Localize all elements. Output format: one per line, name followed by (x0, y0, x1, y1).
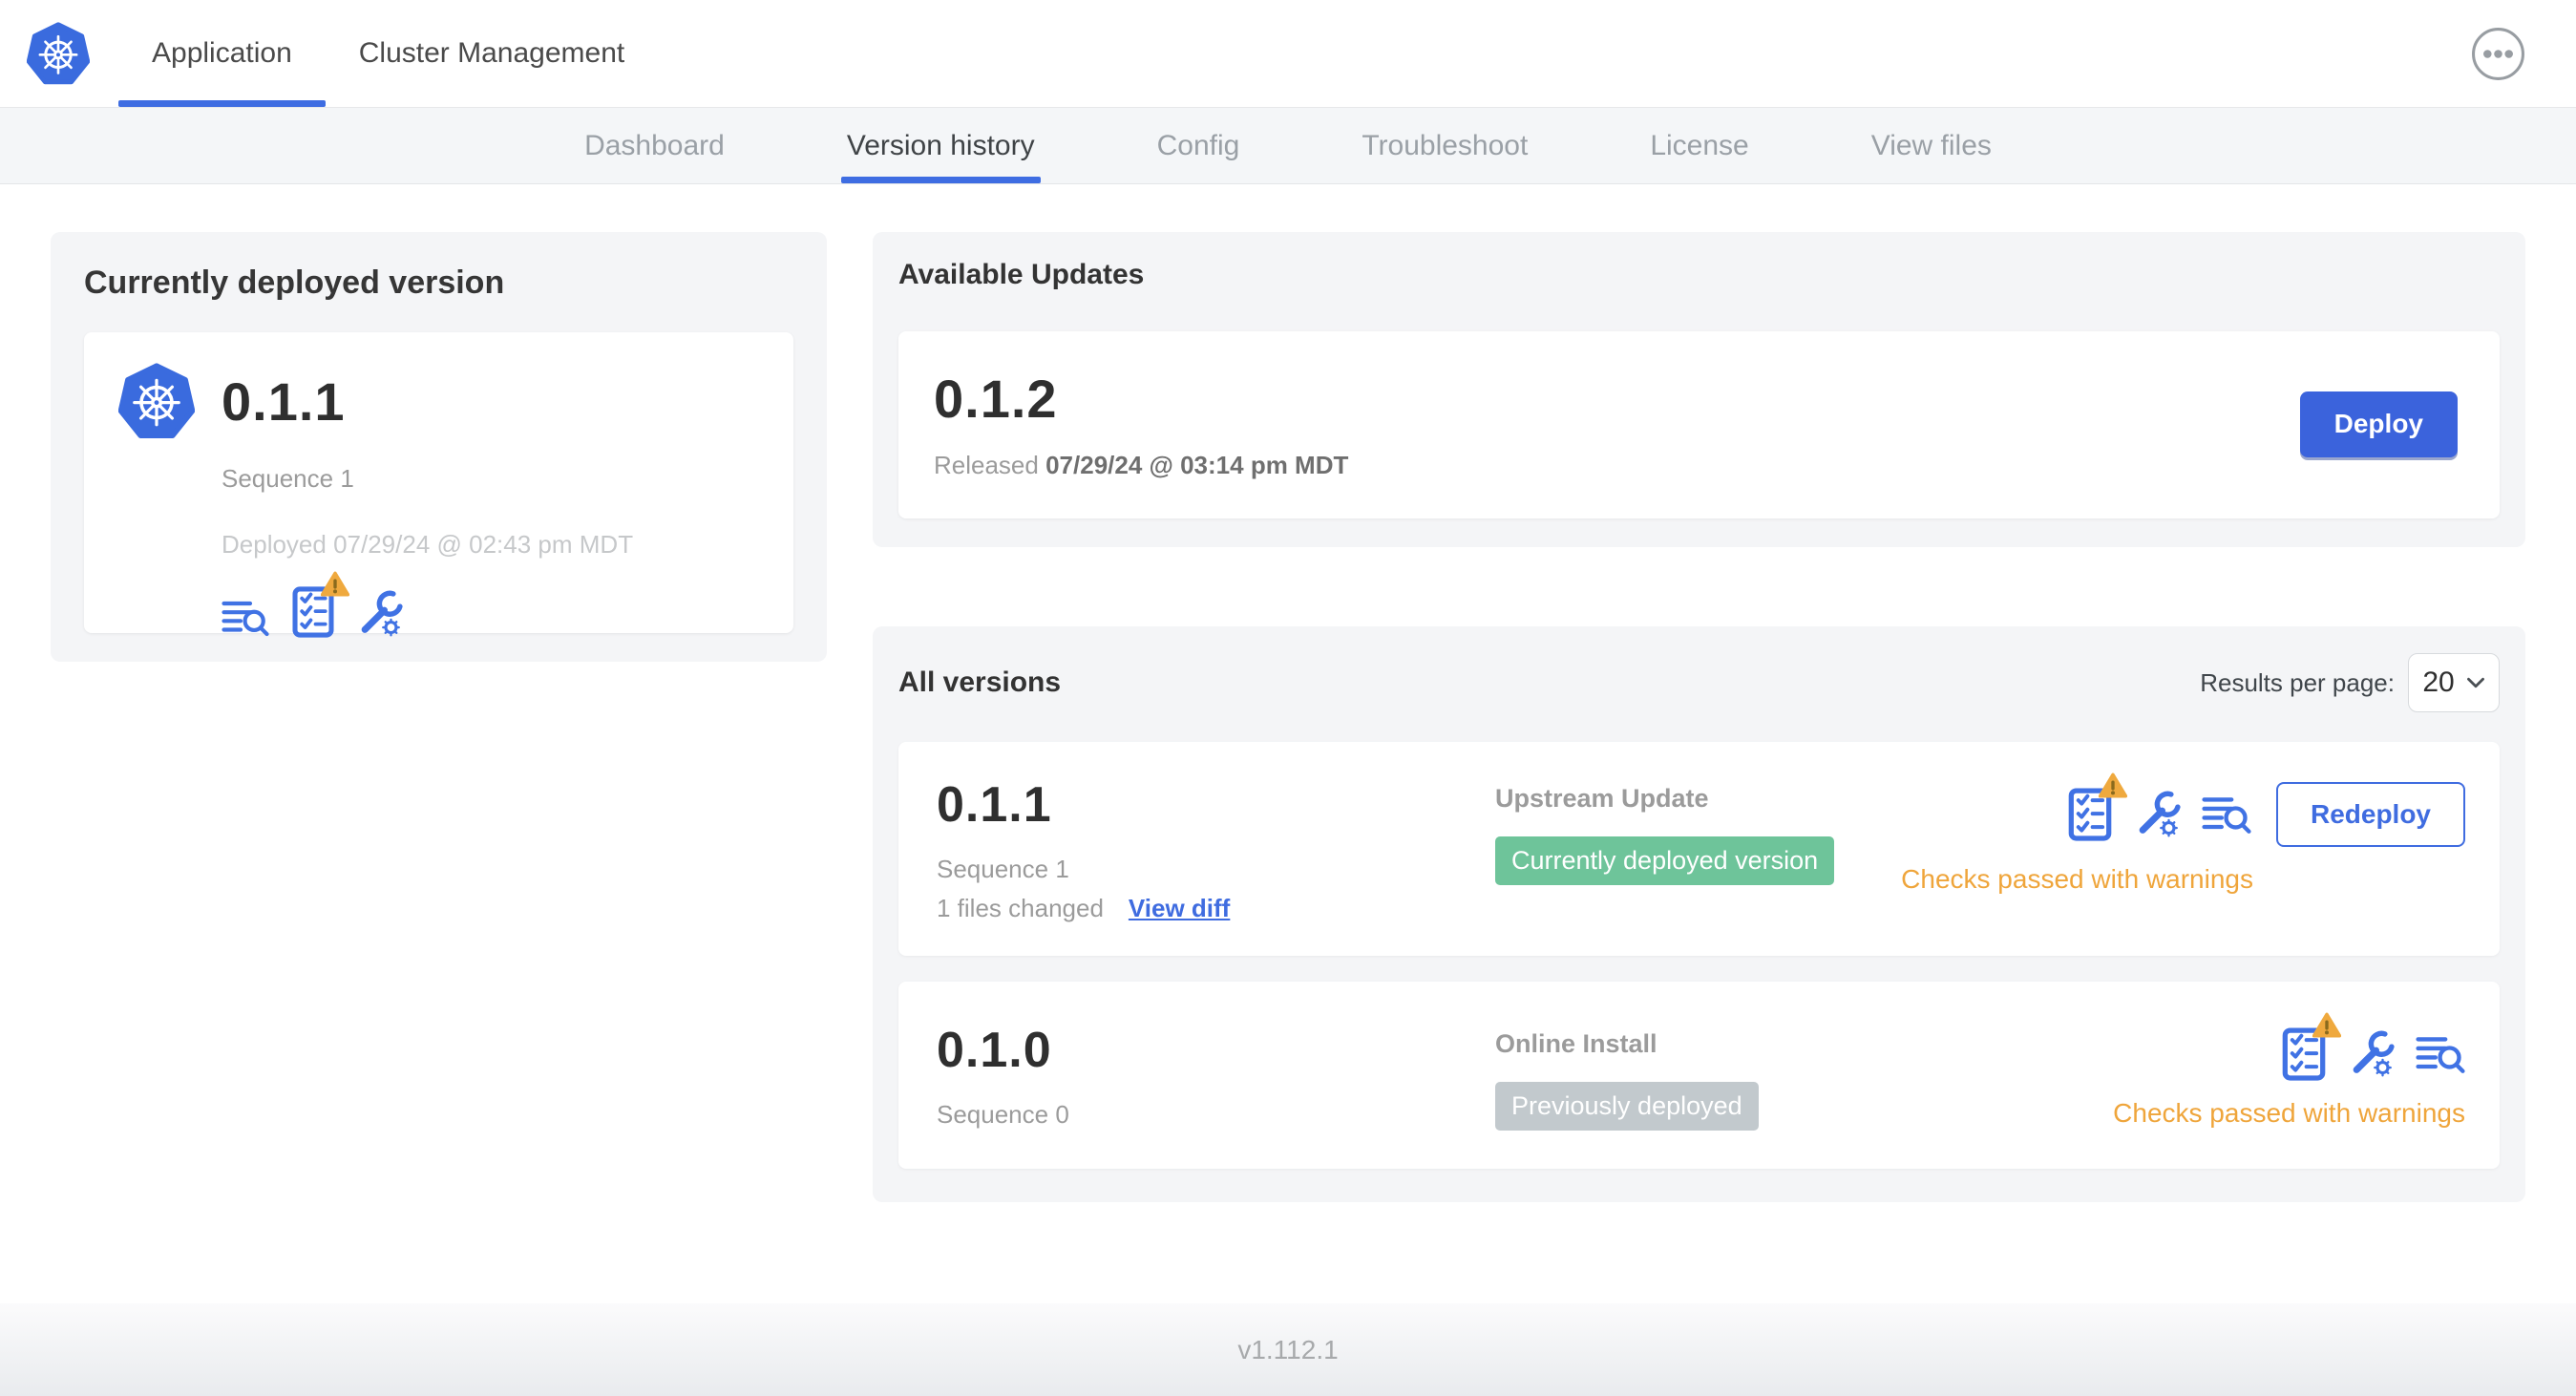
warning-triangle-icon (2098, 772, 2128, 798)
main-content: Currently deployed version 0.1.1 Sequenc… (0, 184, 2576, 1202)
tab-troubleshoot-label: Troubleshoot (1362, 129, 1529, 161)
tab-license[interactable]: License (1650, 108, 1748, 183)
results-per-page: Results per page: 20 (2200, 653, 2500, 712)
tab-dashboard-label: Dashboard (584, 129, 725, 161)
checks-status: Checks passed with warnings (1901, 864, 2253, 894)
tab-version-history-label: Version history (846, 129, 1035, 161)
view-logs-icon[interactable] (2202, 793, 2251, 835)
checks-status: Checks passed with warnings (2113, 1098, 2465, 1128)
row-version-number: 0.1.1 (937, 777, 1052, 833)
preflight-checks-icon[interactable] (292, 571, 350, 638)
tab-dashboard[interactable]: Dashboard (584, 108, 725, 183)
available-updates-title: Available Updates (898, 259, 1145, 290)
update-released-line: Released 07/29/24 @ 03:14 pm MDT (934, 451, 1348, 480)
view-logs-icon[interactable] (222, 598, 269, 638)
primary-nav: Application Cluster Management (118, 0, 658, 107)
currently-deployed-inner-card: 0.1.1 Sequence 1 Deployed 07/29/24 @ 02:… (84, 332, 793, 633)
warning-triangle-icon (320, 571, 350, 597)
results-per-page-label: Results per page: (2200, 667, 2395, 697)
warning-triangle-icon (2312, 1012, 2342, 1038)
deploy-button[interactable]: Deploy (2299, 391, 2458, 457)
tab-application-label: Application (152, 37, 292, 69)
deployed-sequence: Sequence 1 (222, 464, 354, 493)
deployed-timestamp: Deployed 07/29/24 @ 02:43 pm MDT (222, 530, 634, 559)
app-subnav: Dashboard Version history Config Trouble… (0, 108, 2576, 184)
tab-license-label: License (1650, 129, 1749, 161)
deployed-status-badge: Currently deployed version (1495, 836, 1835, 885)
tab-cluster-management-label: Cluster Management (358, 37, 625, 69)
tab-version-history[interactable]: Version history (840, 108, 1041, 183)
files-changed: 1 files changed (937, 894, 1104, 922)
chevron-down-icon (2466, 677, 2484, 688)
available-updates-card: Available Updates 0.1.2 Released 07/29/2… (873, 232, 2525, 547)
left-column: Currently deployed version 0.1.1 Sequenc… (51, 232, 827, 662)
tab-view-files-label: View files (1870, 129, 1992, 161)
deployed-status-badge: Previously deployed (1495, 1082, 1759, 1131)
app-icon (118, 363, 195, 439)
page-footer: v1.112.1 (0, 1303, 2576, 1396)
row-version-number: 0.1.0 (937, 1023, 1052, 1078)
view-logs-icon[interactable] (2416, 1033, 2465, 1075)
tab-application[interactable]: Application (118, 0, 326, 107)
view-diff-link[interactable]: View diff (1129, 894, 1230, 923)
page: Application Cluster Management Dashboard… (0, 0, 2576, 1396)
results-per-page-select[interactable]: 20 (2408, 653, 2500, 712)
version-row-0-1-1: 0.1.1 Sequence 1 1 files changed View di… (898, 742, 2500, 956)
tab-view-files[interactable]: View files (1871, 108, 1992, 183)
released-timestamp: 07/29/24 @ 03:14 pm MDT (1045, 451, 1349, 479)
row-source: Upstream Update (1495, 784, 1709, 813)
all-versions-card: All versions Results per page: 20 0.1.1 … (873, 626, 2525, 1202)
all-versions-title: All versions (898, 666, 1062, 698)
row-sequence: Sequence 0 (937, 1100, 1069, 1129)
admin-console-version: v1.112.1 (1237, 1334, 1339, 1364)
version-row-0-1-0: 0.1.0 Sequence 0 Online Install Previous… (898, 982, 2500, 1169)
update-row: 0.1.2 Released 07/29/24 @ 03:14 pm MDT D… (898, 331, 2500, 518)
kubernetes-logo-icon (27, 22, 90, 85)
tab-config[interactable]: Config (1157, 108, 1240, 183)
tab-cluster-management[interactable]: Cluster Management (326, 0, 658, 107)
app-header: Application Cluster Management (0, 0, 2576, 108)
results-per-page-value: 20 (2422, 666, 2455, 698)
tab-config-label: Config (1156, 129, 1240, 161)
row-source: Online Install (1495, 1029, 1658, 1058)
tab-troubleshoot[interactable]: Troubleshoot (1362, 108, 1528, 183)
preflight-checks-icon[interactable] (2068, 772, 2128, 841)
preflight-checks-icon[interactable] (2282, 1012, 2342, 1081)
redeploy-button[interactable]: Redeploy (2275, 782, 2465, 847)
more-options-icon (2472, 28, 2524, 80)
update-version-number: 0.1.2 (934, 369, 1058, 429)
deployed-version-number: 0.1.1 (222, 370, 346, 432)
config-wrench-icon[interactable] (2347, 1030, 2395, 1078)
config-wrench-icon[interactable] (355, 590, 403, 638)
currently-deployed-card: Currently deployed version 0.1.1 Sequenc… (51, 232, 827, 662)
more-options-button[interactable] (2471, 27, 2525, 81)
row-sequence: Sequence 1 (937, 855, 1069, 883)
currently-deployed-title: Currently deployed version (84, 264, 505, 301)
released-prefix: Released (934, 451, 1039, 479)
config-wrench-icon[interactable] (2133, 791, 2181, 838)
right-column: Available Updates 0.1.2 Released 07/29/2… (873, 232, 2525, 1202)
